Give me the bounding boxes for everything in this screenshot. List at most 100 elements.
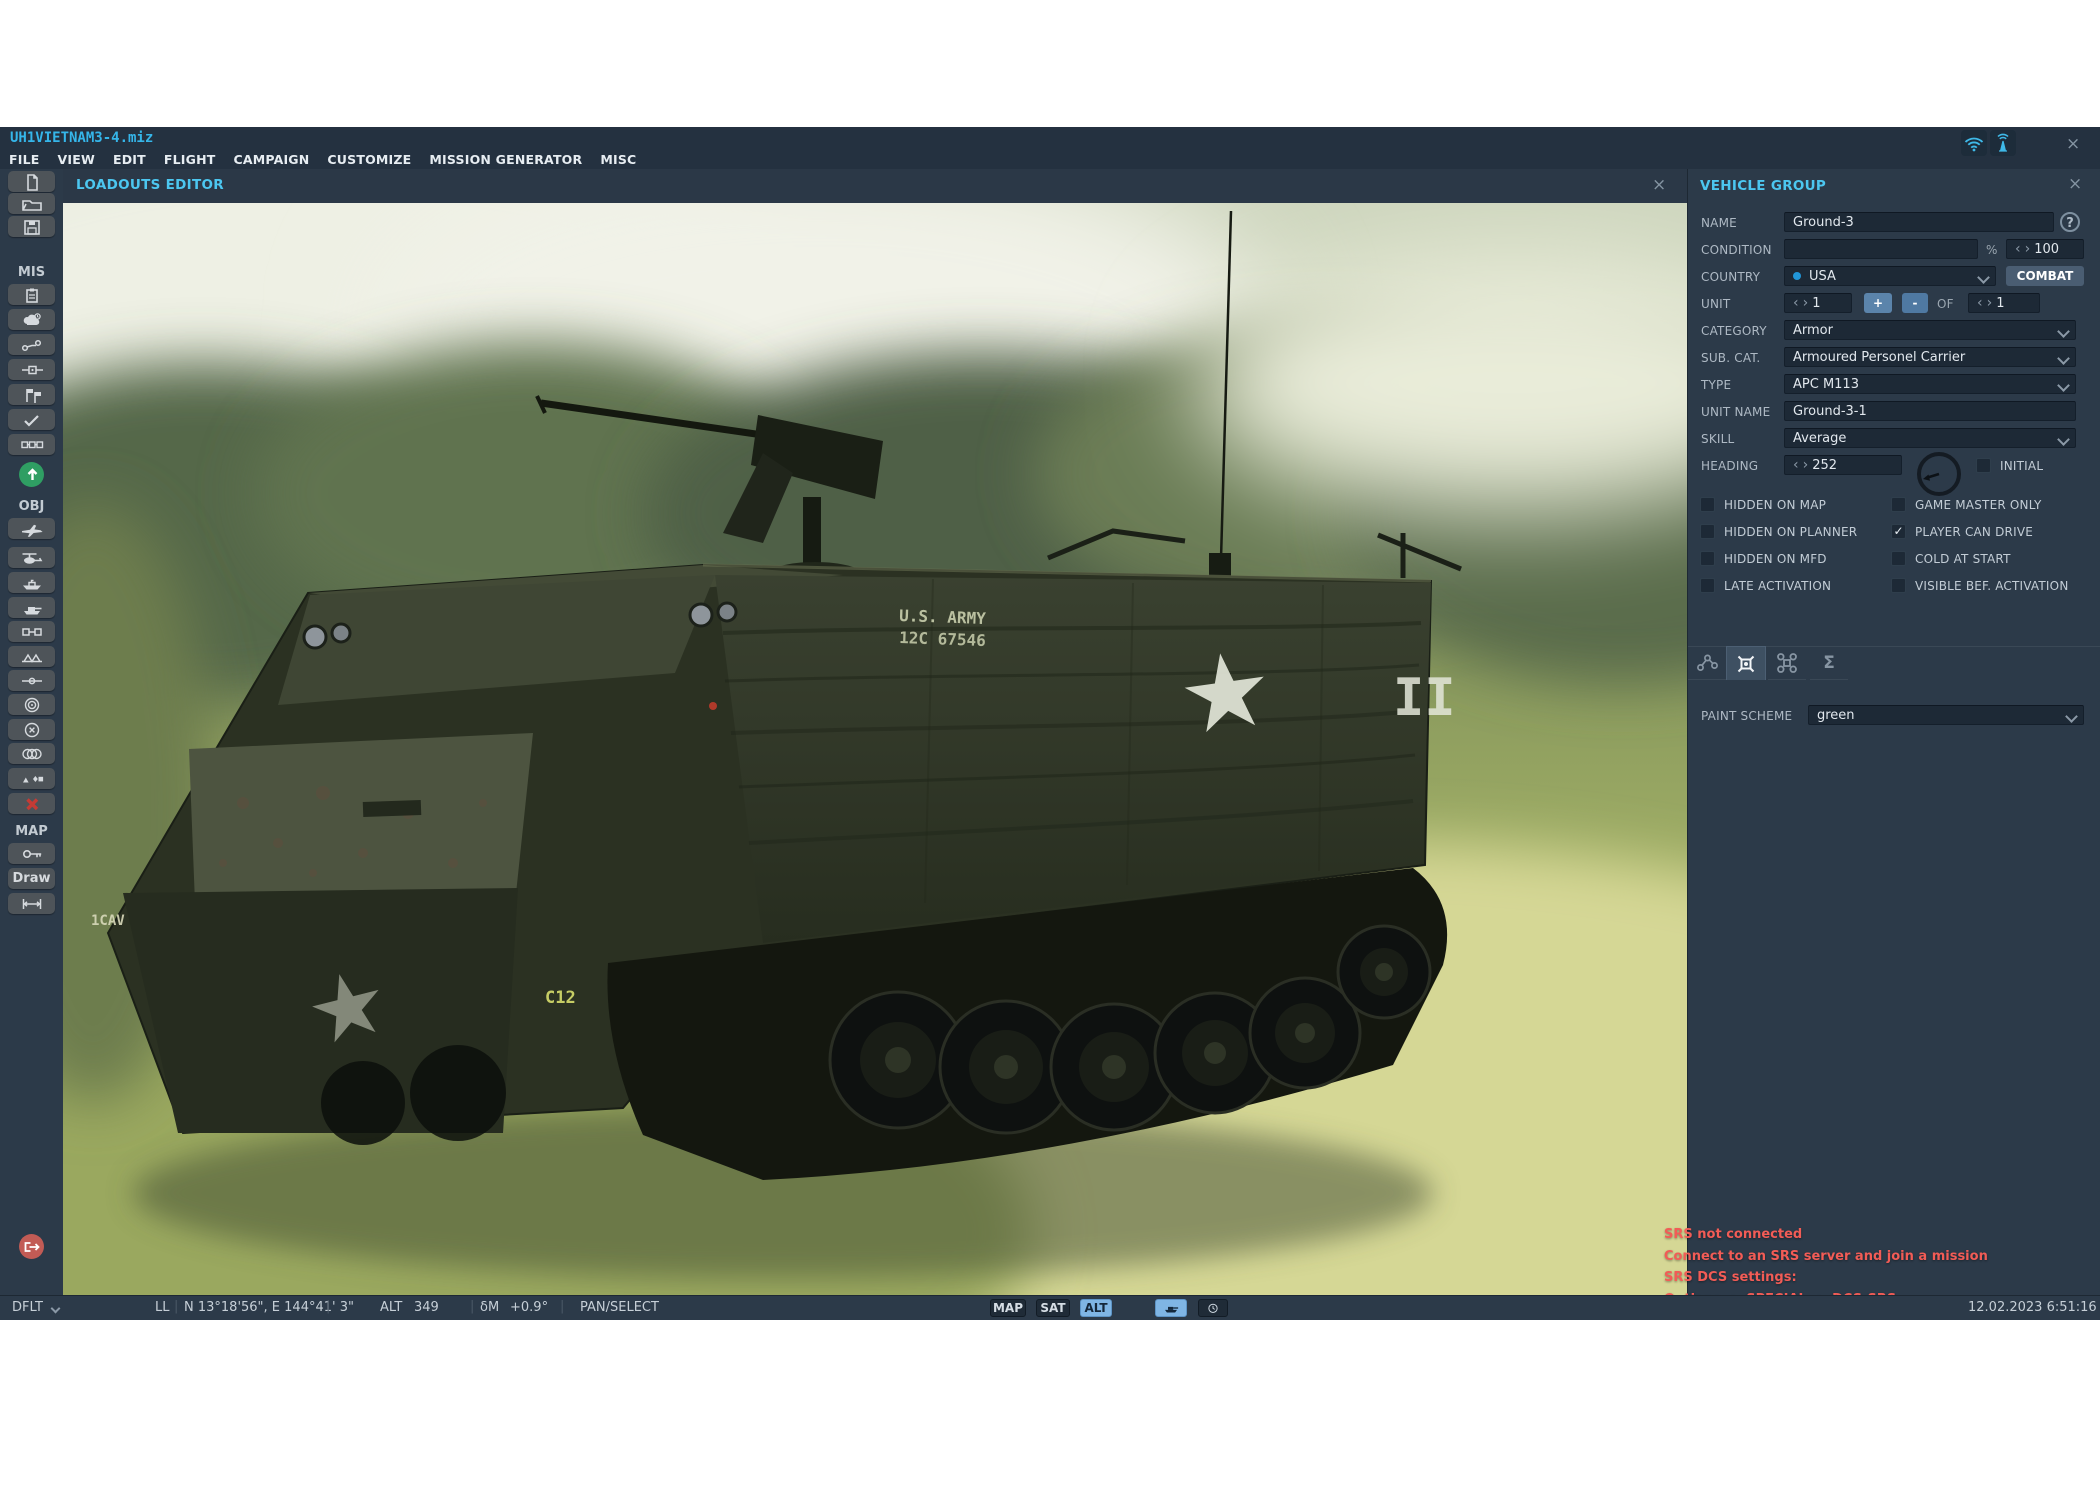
menu-flight[interactable]: FLIGHT [155, 152, 225, 167]
add-static-button[interactable] [8, 670, 55, 691]
unit-total-stepper[interactable]: ‹ › 1 [1968, 293, 2040, 313]
type-dropdown[interactable]: APC M113 [1784, 374, 2076, 394]
linked-groups-button[interactable] [8, 434, 55, 455]
condition-input[interactable] [1784, 239, 1978, 259]
menu-edit[interactable]: EDIT [104, 152, 155, 167]
category-dropdown[interactable]: Armor [1784, 320, 2076, 340]
game-master-only-label: GAME MASTER ONLY [1915, 498, 2042, 512]
tab-payload[interactable] [1768, 646, 1806, 680]
condition-stepper[interactable]: ‹ › 100 [2006, 239, 2084, 259]
divider: | [470, 1299, 474, 1314]
zone-button[interactable] [8, 719, 55, 740]
add-ship-button[interactable] [8, 572, 55, 593]
3d-viewport[interactable]: II U.S. ARMY 12C 67546 1CAV C12 [63, 203, 1687, 1295]
exit-up-button[interactable] [19, 462, 44, 487]
zones-button[interactable] [8, 743, 55, 764]
skill-dropdown[interactable]: Average [1784, 428, 2076, 448]
mission-editor-window: UH1VIETNAM3-4.miz FILE VIEW EDIT FLIGHT … [0, 127, 2100, 1320]
stepper-right-icon[interactable]: › [1987, 295, 1993, 311]
menu-misc[interactable]: MISC [591, 152, 645, 167]
add-helicopter-button[interactable] [8, 547, 55, 568]
map-key-icon [20, 845, 44, 863]
triggers-button[interactable] [8, 334, 55, 355]
chevron-down-icon [51, 1304, 61, 1314]
save-icon [20, 218, 44, 236]
shapes-button[interactable] [8, 768, 55, 789]
checkbox-visible-bef-activation[interactable] [1891, 578, 1906, 593]
m113-apc-render: II U.S. ARMY 12C 67546 1CAV C12 [63, 203, 1687, 1295]
add-template-button[interactable] [8, 621, 55, 642]
ruler-button[interactable] [8, 893, 55, 914]
window-close-icon[interactable]: × [2066, 136, 2080, 153]
stepper-left-icon[interactable]: ‹ [1977, 295, 1983, 311]
checkbox-game-master-only[interactable] [1891, 497, 1906, 512]
menu-mission-generator[interactable]: MISSION GENERATOR [420, 152, 591, 167]
add-airplane-button[interactable] [8, 518, 55, 539]
combat-button[interactable]: COMBAT [2006, 266, 2084, 286]
weather-button[interactable] [8, 309, 55, 330]
stepper-left-icon[interactable]: ‹ [2015, 241, 2021, 257]
country-dropdown[interactable]: USA [1784, 266, 1996, 286]
alt-view-button[interactable]: ALT [1080, 1299, 1112, 1317]
window-title-bar: UH1VIETNAM3-4.miz [0, 127, 2100, 149]
command-icon [1775, 651, 1799, 675]
checkbox-player-can-drive[interactable]: ✓ [1891, 524, 1906, 539]
srs-wifi-button[interactable] [1961, 130, 1987, 156]
route-icon [1696, 653, 1719, 672]
cold-at-start-label: COLD AT START [1915, 552, 2011, 566]
draw-button[interactable]: Draw [8, 868, 55, 889]
name-input[interactable]: Ground-3 [1784, 212, 2054, 232]
flags-button[interactable] [8, 384, 55, 405]
sat-view-button[interactable]: SAT [1036, 1299, 1070, 1317]
paint-scheme-dropdown[interactable]: green [1808, 705, 2084, 725]
tab-summary[interactable]: Σ [1810, 646, 1848, 680]
heading-compass-dial[interactable] [1915, 450, 1963, 498]
file-new-button[interactable] [8, 171, 55, 192]
tab-unit[interactable] [1726, 646, 1766, 680]
logout-button[interactable] [19, 1234, 44, 1259]
trigger-frame-icon [20, 361, 44, 379]
vehicle-view-button[interactable] [1155, 1299, 1187, 1317]
ship-icon [20, 574, 44, 592]
chevron-down-icon [1977, 271, 1990, 284]
radio-tower-button[interactable] [1990, 130, 2016, 156]
stepper-right-icon[interactable]: › [1803, 295, 1809, 311]
subcat-dropdown[interactable]: Armoured Personel Carrier [1784, 347, 2076, 367]
checkbox-hidden-on-mfd[interactable] [1700, 551, 1715, 566]
loadouts-close-icon[interactable]: × [1652, 177, 1666, 194]
menu-campaign[interactable]: CAMPAIGN [224, 152, 318, 167]
unit-name-input[interactable]: Ground-3-1 [1784, 401, 2076, 421]
checkbox-late-activation[interactable] [1700, 578, 1715, 593]
add-bridge-button[interactable] [8, 646, 55, 667]
bullseye-button[interactable] [8, 694, 55, 715]
stepper-right-icon[interactable]: › [2025, 241, 2031, 257]
panel-close-icon[interactable]: × [2068, 176, 2082, 193]
unit-remove-button[interactable]: - [1902, 293, 1928, 313]
save-button[interactable] [8, 216, 55, 237]
stepper-left-icon[interactable]: ‹ [1793, 295, 1799, 311]
menu-view[interactable]: VIEW [49, 152, 104, 167]
trigger-rules-button[interactable] [8, 359, 55, 380]
checkbox-cold-at-start[interactable] [1891, 551, 1906, 566]
menu-customize[interactable]: CUSTOMIZE [318, 152, 420, 167]
unit-add-button[interactable]: + [1864, 293, 1892, 313]
map-view-button[interactable]: MAP [990, 1299, 1026, 1317]
coords-mode-selector[interactable]: DFLT [12, 1300, 43, 1315]
stepper-right-icon[interactable]: › [1803, 457, 1809, 473]
delete-button[interactable] [8, 793, 55, 814]
heading-stepper[interactable]: ‹ › 252 [1784, 455, 1902, 475]
briefing-button[interactable] [8, 284, 55, 305]
checkbox-hidden-on-planner[interactable] [1700, 524, 1715, 539]
help-button[interactable]: ? [2060, 212, 2080, 232]
goals-button[interactable] [8, 409, 55, 430]
map-key-button[interactable] [8, 843, 55, 864]
add-vehicle-button[interactable] [8, 597, 55, 618]
unit-count-stepper[interactable]: ‹ › 1 [1784, 293, 1852, 313]
folder-open-button[interactable] [8, 193, 55, 214]
stepper-left-icon[interactable]: ‹ [1793, 457, 1799, 473]
tab-route[interactable] [1688, 646, 1726, 680]
time-button[interactable] [1198, 1299, 1228, 1317]
menu-file[interactable]: FILE [0, 152, 49, 167]
initial-checkbox[interactable] [1976, 458, 1991, 473]
checkbox-hidden-on-map[interactable] [1700, 497, 1715, 512]
